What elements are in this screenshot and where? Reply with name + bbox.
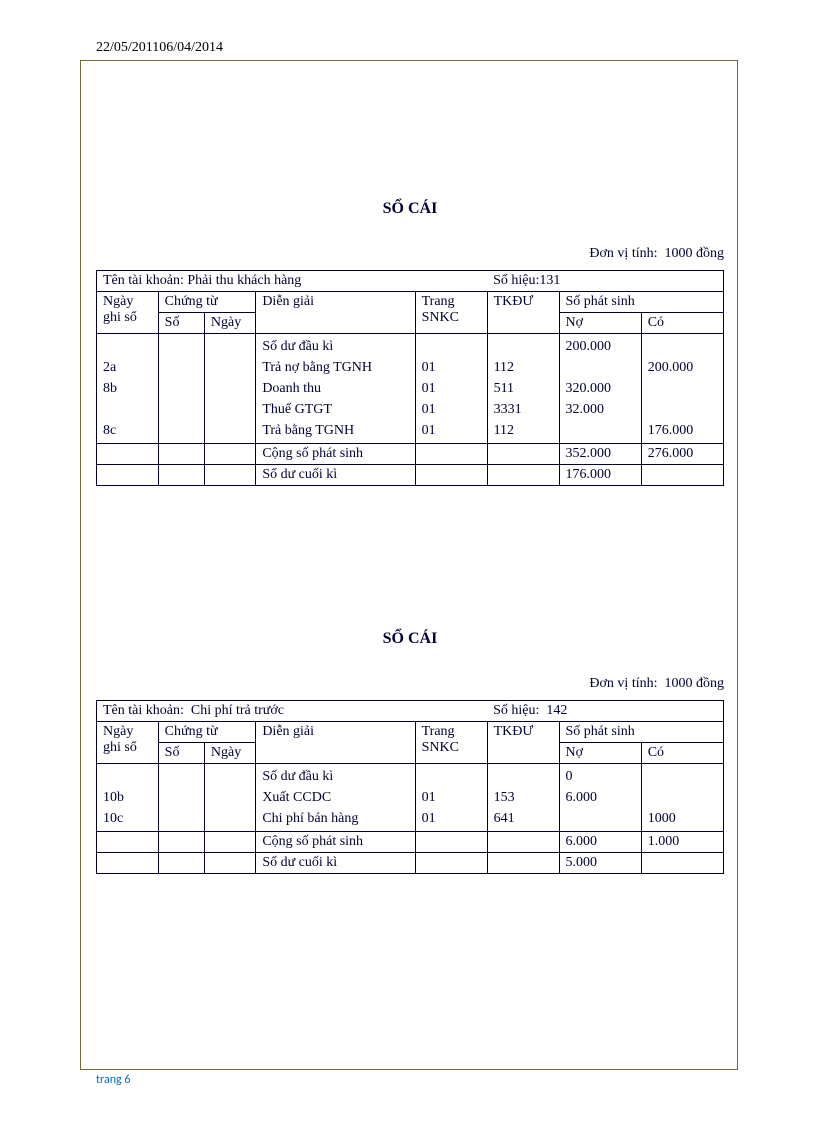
l2-close-co (641, 853, 723, 874)
l2-close-c3 (204, 853, 255, 874)
l2-tkdu-data: 153 641 (487, 764, 559, 832)
unit-value: 1000 đồng (665, 676, 725, 691)
col-dien-giai: Diễn giải (256, 292, 415, 334)
l1-close-c6 (487, 465, 559, 486)
l1-ngay-data: 2a 8b 8c (97, 334, 159, 444)
acct-name-label: Tên tài khoản: (103, 273, 184, 288)
col-no: Nợ (559, 313, 641, 334)
l2-co-data: 1000 (641, 764, 723, 832)
l2-diengiai-data: Số dư đầu kì Xuất CCDC Chi phí bán hàng (256, 764, 415, 832)
acct-code-label: Số hiệu: (493, 703, 539, 718)
col-ngay: Ngày (204, 743, 255, 764)
col-trang-snkc: Trang SNKC (415, 722, 487, 764)
l2-sum-c1 (97, 832, 159, 853)
l1-sum-c2 (158, 444, 204, 465)
col-so: Số (158, 743, 204, 764)
l2-sum-label: Cộng số phát sinh (256, 832, 415, 853)
l2-close-c6 (487, 853, 559, 874)
ledger2-account-code: Số hiệu: 142 (487, 701, 723, 722)
l1-close-no: 176.000 (559, 465, 641, 486)
l2-sum-c5 (415, 832, 487, 853)
l2-so-data (158, 764, 204, 832)
col-chung-tu: Chứng từ (158, 292, 256, 313)
col-dien-giai: Diễn giải (256, 722, 415, 764)
l1-ngay2-data (204, 334, 255, 444)
l1-sum-c3 (204, 444, 255, 465)
col-so-phat-sinh: Số phát sinh (559, 292, 724, 313)
l2-close-label: Số dư cuối kì (256, 853, 415, 874)
header-date: 22/05/201106/04/2014 (96, 40, 223, 56)
ledger2-title: SỔ CÁI (96, 630, 724, 648)
acct-code-value: 131 (539, 273, 560, 288)
l1-sum-no: 352.000 (559, 444, 641, 465)
l2-no-data: 0 6.000 (559, 764, 641, 832)
l2-ngay2-data (204, 764, 255, 832)
l2-ngay-data: 10b 10c (97, 764, 159, 832)
acct-name-value: Phải thu khách hàng (187, 273, 301, 288)
unit-label: Đơn vị tính: (589, 246, 657, 261)
col-no: Nợ (559, 743, 641, 764)
l2-close-c5 (415, 853, 487, 874)
l1-sum-c1 (97, 444, 159, 465)
ledger-2: SỔ CÁI Đơn vị tính: 1000 đồng Tên tài kh… (96, 630, 724, 874)
l1-close-c1 (97, 465, 159, 486)
l1-close-c5 (415, 465, 487, 486)
ledger1-account-code: Số hiệu:131 (487, 271, 723, 292)
l1-close-label: Số dư cuối kì (256, 465, 415, 486)
col-so-phat-sinh: Số phát sinh (559, 722, 724, 743)
l1-sum-c6 (487, 444, 559, 465)
ledger2-unit: Đơn vị tính: 1000 đồng (96, 676, 724, 692)
col-co: Có (641, 313, 723, 334)
l1-close-c3 (204, 465, 255, 486)
ledger2-account-name: Tên tài khoản: Chi phí trả trước (97, 701, 488, 722)
l1-trang-data: 01 01 01 01 (415, 334, 487, 444)
l2-sum-c2 (158, 832, 204, 853)
col-ngay: Ngày (204, 313, 255, 334)
col-ngay-ghi-so: Ngày ghi sổ (97, 722, 159, 764)
unit-label: Đơn vị tính: (589, 676, 657, 691)
l1-no-data: 200.000 320.000 32.000 (559, 334, 641, 444)
l1-sum-label: Cộng số phát sinh (256, 444, 415, 465)
l1-close-c2 (158, 465, 204, 486)
ledger-1: SỔ CÁI Đơn vị tính: 1000 đồng Tên tài kh… (96, 200, 724, 486)
l2-close-c1 (97, 853, 159, 874)
col-tkdu: TKĐƯ (487, 292, 559, 334)
ledger1-title: SỔ CÁI (96, 200, 724, 218)
acct-code-label: Số hiệu: (493, 273, 539, 288)
l2-sum-c6 (487, 832, 559, 853)
l2-trang-data: 01 01 (415, 764, 487, 832)
l2-close-c2 (158, 853, 204, 874)
l1-so-data (158, 334, 204, 444)
ledger1-table: Tên tài khoản: Phải thu khách hàng Số hi… (96, 270, 724, 486)
l2-sum-no: 6.000 (559, 832, 641, 853)
l1-sum-co: 276.000 (641, 444, 723, 465)
unit-value: 1000 đồng (665, 246, 725, 261)
page-footer: trang 6 (96, 1073, 130, 1087)
col-ngay-ghi-so: Ngày ghi sổ (97, 292, 159, 334)
acct-code-value: 142 (546, 703, 567, 718)
l1-co-data: 200.000 176.000 (641, 334, 723, 444)
l1-close-co (641, 465, 723, 486)
acct-name-value: Chi phí trả trước (191, 703, 284, 718)
acct-name-label: Tên tài khoản: (103, 703, 184, 718)
ledger1-account-name: Tên tài khoản: Phải thu khách hàng (97, 271, 488, 292)
col-trang-snkc: Trang SNKC (415, 292, 487, 334)
l2-sum-co: 1.000 (641, 832, 723, 853)
l1-diengiai-data: Số dư đầu kì Trả nợ bằng TGNH Doanh thu … (256, 334, 415, 444)
col-chung-tu: Chứng từ (158, 722, 256, 743)
ledger1-unit: Đơn vị tính: 1000 đồng (96, 246, 724, 262)
ledger2-table: Tên tài khoản: Chi phí trả trước Số hiệu… (96, 700, 724, 874)
l2-sum-c3 (204, 832, 255, 853)
l2-close-no: 5.000 (559, 853, 641, 874)
col-so: Số (158, 313, 204, 334)
col-tkdu: TKĐƯ (487, 722, 559, 764)
col-co: Có (641, 743, 723, 764)
l1-sum-c5 (415, 444, 487, 465)
l1-tkdu-data: 112 511 3331 112 (487, 334, 559, 444)
